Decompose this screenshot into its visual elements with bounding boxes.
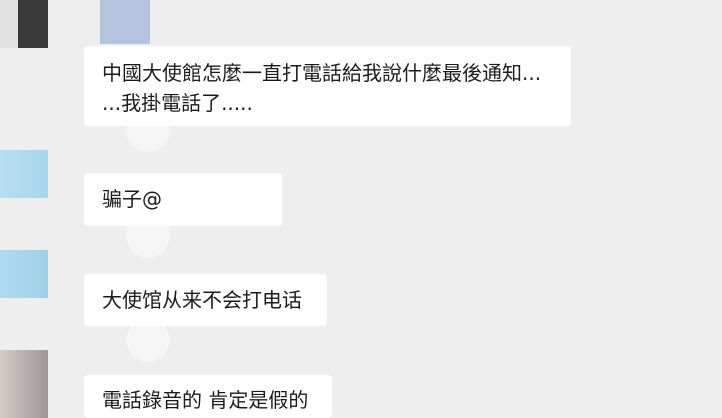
- avatar[interactable]: [0, 350, 48, 418]
- message-text: 中國大使館怎麼一直打電話給我說什麼最後通知...: [102, 61, 542, 85]
- message-text: 骗子@: [102, 187, 162, 211]
- message-text: ...我掛電話了.....: [102, 91, 253, 115]
- avatar[interactable]: [0, 150, 48, 198]
- message-bubble[interactable]: 電話錄音的 肯定是假的: [84, 375, 332, 418]
- avatar[interactable]: [0, 0, 48, 48]
- avatar[interactable]: [0, 250, 48, 298]
- chat-thread: 中國大使館怎麼一直打電話給我說什麼最後通知... ...我掛電話了..... 骗…: [0, 0, 722, 418]
- message-text: 電話錄音的 肯定是假的: [102, 388, 309, 412]
- message-text: 大使馆从来不会打电话: [102, 288, 302, 312]
- image-thumbnail[interactable]: [100, 0, 150, 44]
- message-bubble[interactable]: 骗子@: [84, 173, 282, 226]
- message-bubble[interactable]: 中國大使館怎麼一直打電話給我說什麼最後通知... ...我掛電話了.....: [84, 46, 571, 126]
- message-bubble[interactable]: 大使馆从来不会打电话: [84, 274, 327, 326]
